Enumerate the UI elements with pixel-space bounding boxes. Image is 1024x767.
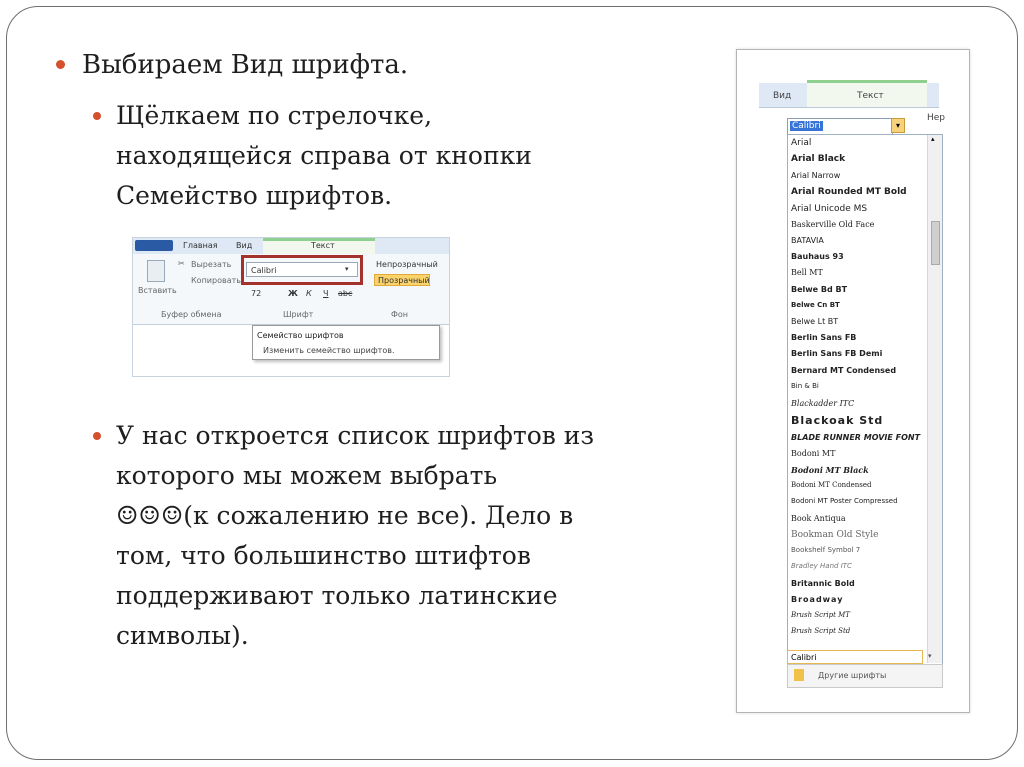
font-item[interactable]: Bookshelf Symbol 7 <box>791 546 923 554</box>
font-item[interactable]: Belwe Cn BT <box>791 301 923 309</box>
font-item[interactable]: Blackoak Std <box>791 414 923 427</box>
font-item[interactable]: Arial <box>791 138 923 148</box>
font-item[interactable]: Bin & Bi <box>791 382 923 390</box>
bullet-2-line: находящейся справа от кнопки <box>116 141 532 170</box>
font-item[interactable]: Bernard MT Condensed <box>791 366 923 375</box>
font-item[interactable]: Arial Unicode MS <box>791 204 923 214</box>
bullet-2-line: Семейство шрифтов. <box>116 181 393 210</box>
font-item[interactable]: Arial Narrow <box>791 171 923 180</box>
font-size-box[interactable]: 72 <box>251 289 261 298</box>
paste-icon <box>147 260 165 282</box>
more-fonts-bar[interactable]: Другие шрифты <box>787 664 943 688</box>
tooltip-title: Семейство шрифтов <box>257 331 344 340</box>
scroll-thumb[interactable] <box>931 221 940 265</box>
bullet-dot <box>56 60 65 69</box>
ribbon-screenshot: Главная Вид Текст Вставить ✂ Вырезать Ко… <box>132 237 450 377</box>
bullet-3-line: которого мы можем выбрать <box>116 461 498 490</box>
bullet-1-text: Выбираем Вид шрифта. <box>82 50 409 80</box>
ribbon-menu-button[interactable] <box>135 240 173 251</box>
tab-view[interactable]: Вид <box>773 91 791 101</box>
font-item[interactable]: Bradley Hand ITC <box>791 562 923 570</box>
opaque-button[interactable]: Непрозрачный <box>376 260 438 269</box>
font-item[interactable]: BATAVIA <box>791 236 923 245</box>
more-fonts-link[interactable]: Другие шрифты <box>818 671 886 680</box>
font-item[interactable]: Arial Rounded MT Bold <box>791 187 923 197</box>
group-font-label: Шрифт <box>283 310 314 319</box>
font-icon <box>794 669 804 681</box>
italic-button[interactable]: К <box>306 289 312 298</box>
scroll-up-icon[interactable]: ▴ <box>931 135 935 143</box>
group-bg-label: Фон <box>391 310 409 319</box>
tab-home[interactable]: Главная <box>183 241 218 250</box>
copy-button[interactable]: Копировать <box>191 276 241 285</box>
font-family-tooltip: Семейство шрифтов Изменить семейство шри… <box>252 325 440 360</box>
paste-button[interactable]: Вставить <box>138 286 177 295</box>
current-font-row[interactable]: Calibri <box>787 650 923 664</box>
font-item[interactable]: Berlin Sans FB Demi <box>791 349 923 358</box>
font-item[interactable]: Brush Script Std <box>791 627 923 635</box>
font-list-screenshot: Вид Текст Нер Calibri ▾ ▴ Arial Arial Bl… <box>736 49 970 713</box>
font-item[interactable]: Bodoni MT <box>791 449 923 458</box>
tooltip-text: Изменить семейство шрифтов. <box>263 346 395 355</box>
font-item[interactable]: Belwe Bd BT <box>791 285 923 294</box>
font-item[interactable]: Arial Black <box>791 154 923 164</box>
bullet-3-line: ☺☺☺(к сожалению не все). Дело в <box>116 501 574 530</box>
bullet-2-text: Щёлкаем по стрелочке, находящейся справа… <box>116 96 532 216</box>
bullet-3-line: том, что большинство штифтов <box>116 541 531 570</box>
bullet-3-text: У нас откроется список шрифтов из которо… <box>116 416 594 656</box>
chevron-down-icon[interactable]: ▾ <box>891 118 905 133</box>
font-family-input[interactable]: Calibri <box>787 118 893 135</box>
font-item[interactable]: Bauhaus 93 <box>791 252 923 261</box>
tab-text[interactable]: Текст <box>311 241 335 250</box>
font-item[interactable]: Bodoni MT Condensed <box>791 481 923 489</box>
cut-icon: ✂ <box>178 259 185 268</box>
highlight-frame <box>241 255 363 285</box>
tab-view[interactable]: Вид <box>236 241 252 250</box>
font-item[interactable]: Belwe Lt BT <box>791 317 923 326</box>
font-list-scrollbar[interactable]: ▴ <box>927 135 942 663</box>
bullet-2-line: Щёлкаем по стрелочке, <box>116 101 433 130</box>
font-dropdown-list[interactable]: ▴ Arial Arial Black Arial Narrow Arial R… <box>787 134 943 666</box>
font-item[interactable]: Bodoni MT Poster Compressed <box>791 497 923 505</box>
bullet-3-line: У нас откроется список шрифтов из <box>116 421 595 450</box>
transparent-button[interactable]: Прозрачный <box>374 274 430 286</box>
font-item[interactable]: Britannic Bold <box>791 579 923 588</box>
strike-button[interactable]: abc <box>338 289 352 298</box>
font-item[interactable]: BLADE RUNNER MOVIE FONT <box>791 433 923 442</box>
scroll-down-icon[interactable]: ▾ <box>928 652 932 660</box>
font-item[interactable]: Bookman Old Style <box>791 530 923 540</box>
font-item[interactable]: Berlin Sans FB <box>791 333 923 342</box>
bullet-dot <box>93 112 101 120</box>
font-item[interactable]: Brush Script MT <box>791 611 923 619</box>
bullet-3-line: символы). <box>116 621 249 650</box>
font-item[interactable]: Bodoni MT Black <box>791 465 923 475</box>
selected-font-text: Calibri <box>790 121 823 131</box>
font-item[interactable]: Broadway <box>791 595 923 604</box>
font-item[interactable]: Book Antiqua <box>791 514 923 523</box>
bold-button[interactable]: Ж <box>288 289 298 298</box>
underline-button[interactable]: Ч <box>323 289 328 298</box>
bullet-3-line: поддерживают только латинские <box>116 581 558 610</box>
font-item[interactable]: Baskerville Old Face <box>791 220 923 229</box>
side-label: Нер <box>927 113 946 123</box>
font-item[interactable]: Bell MT <box>791 268 923 277</box>
font-item[interactable]: Blackadder ITC <box>791 399 923 408</box>
group-clipboard-label: Буфер обмена <box>161 310 222 319</box>
tab-text[interactable]: Текст <box>857 91 884 101</box>
cut-button[interactable]: Вырезать <box>191 260 231 269</box>
bullet-dot <box>93 432 101 440</box>
